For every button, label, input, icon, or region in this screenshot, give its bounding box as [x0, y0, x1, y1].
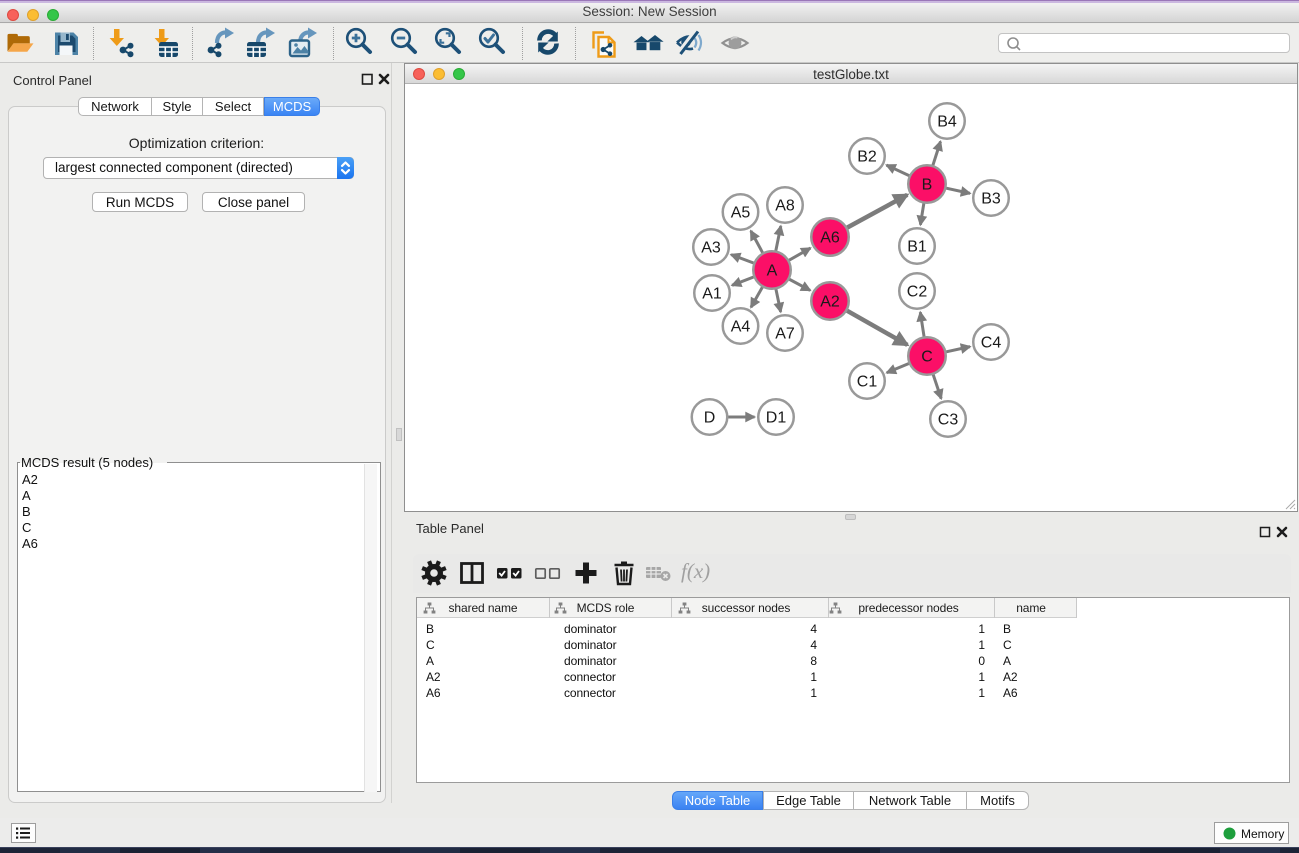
- svg-text:C1: C1: [857, 374, 878, 391]
- svg-text:A5: A5: [731, 205, 751, 222]
- svg-text:B: B: [922, 177, 933, 194]
- svg-text:A1: A1: [702, 286, 722, 303]
- svg-text:B4: B4: [937, 114, 957, 131]
- svg-text:A: A: [767, 263, 778, 280]
- svg-text:C2: C2: [907, 284, 928, 301]
- svg-text:B3: B3: [981, 191, 1001, 208]
- svg-text:A7: A7: [775, 326, 795, 343]
- svg-text:C: C: [921, 349, 933, 366]
- svg-text:C3: C3: [938, 412, 959, 429]
- svg-text:B1: B1: [907, 239, 927, 256]
- svg-text:A3: A3: [701, 240, 721, 257]
- svg-text:A8: A8: [775, 198, 795, 215]
- svg-text:D1: D1: [766, 410, 787, 427]
- svg-text:A4: A4: [731, 319, 751, 336]
- svg-text:B2: B2: [857, 149, 877, 166]
- svg-text:A2: A2: [820, 294, 840, 311]
- svg-text:A6: A6: [820, 230, 840, 247]
- svg-text:C4: C4: [981, 335, 1002, 352]
- svg-text:D: D: [704, 410, 716, 427]
